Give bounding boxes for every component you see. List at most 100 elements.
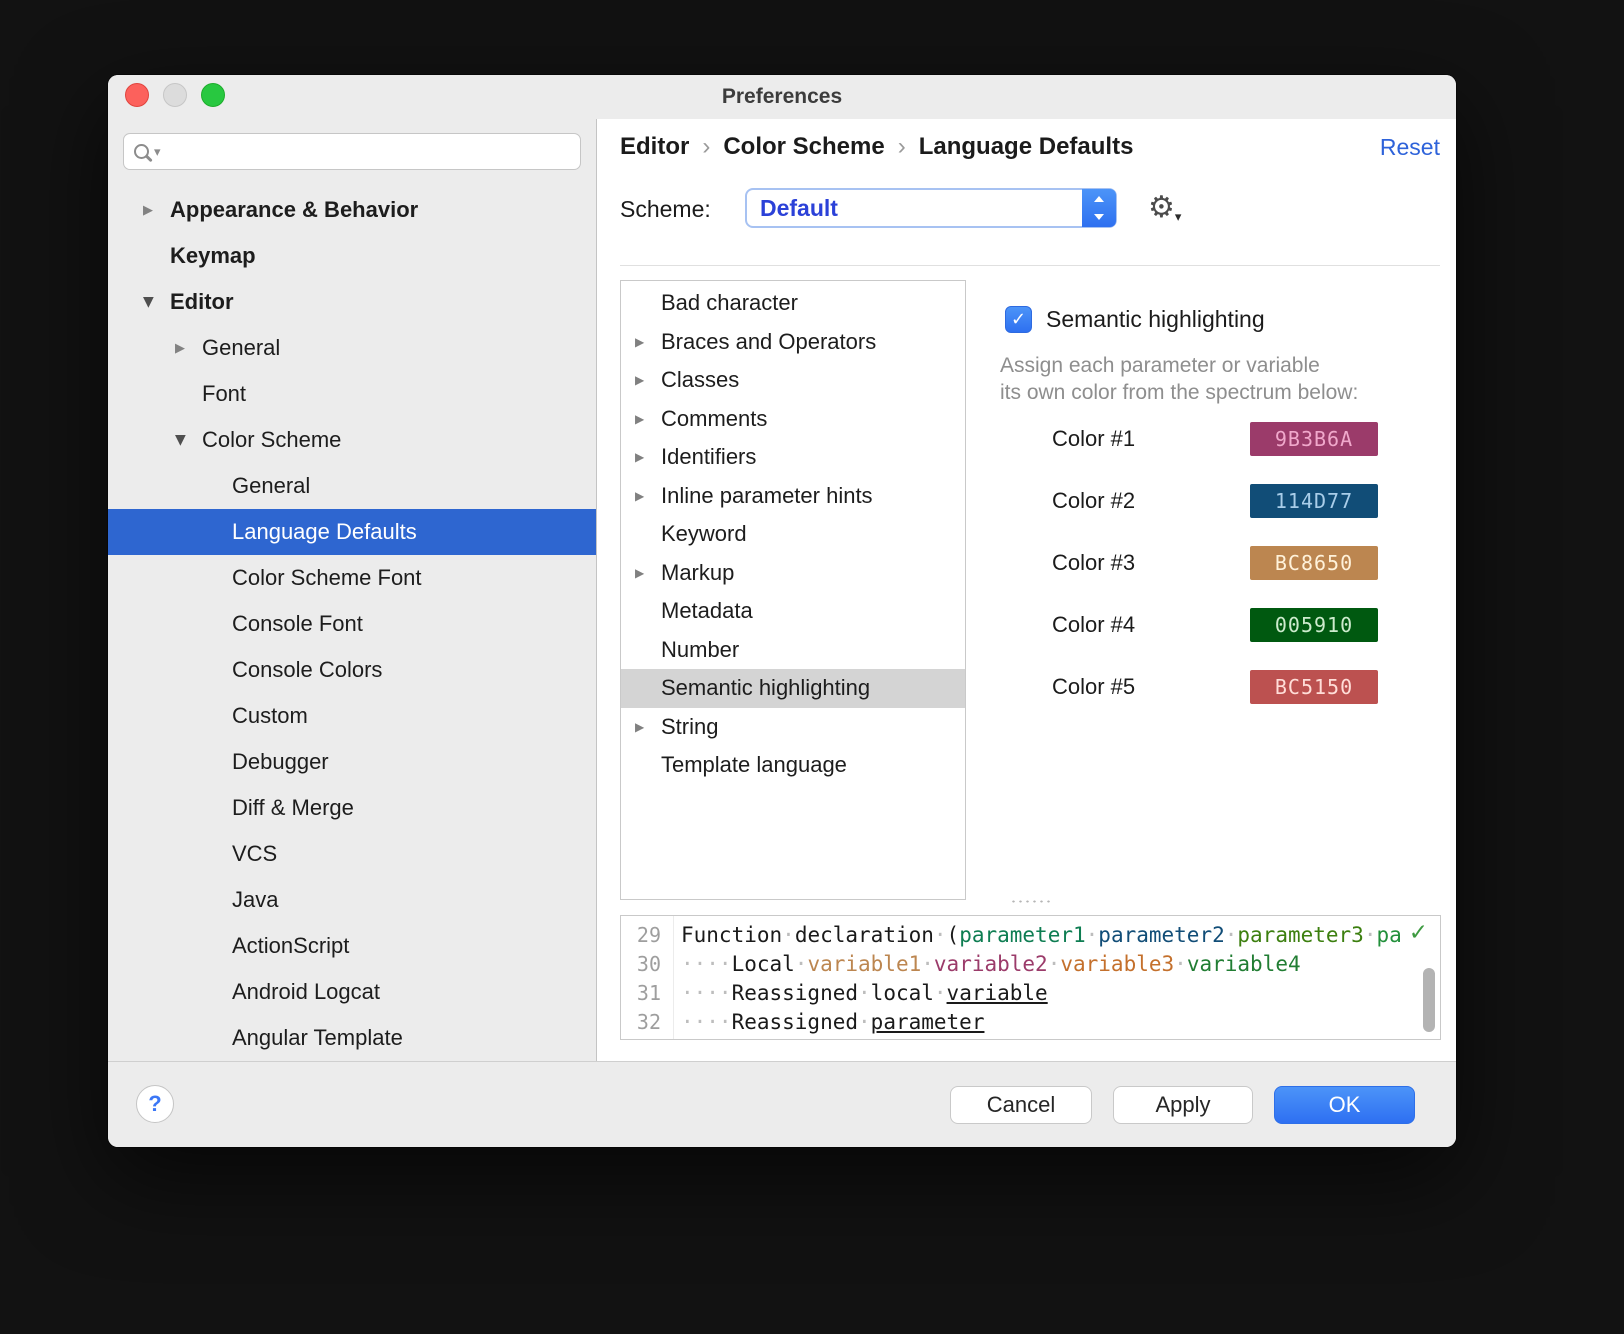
sidebar-item-general[interactable]: General — [108, 463, 596, 509]
element-item-keyword[interactable]: Keyword — [621, 515, 965, 554]
sidebar-item-font[interactable]: Font — [108, 371, 596, 417]
code-token: Reassigned — [732, 981, 858, 1005]
preview-scrollbar[interactable] — [1423, 968, 1435, 1032]
code-line-31: 31····Reassigned·local·variable — [621, 978, 1440, 1007]
element-item-classes[interactable]: ▶Classes — [621, 361, 965, 400]
chevron-expanded-icon[interactable]: ▼ — [143, 294, 170, 310]
sidebar-item-language-defaults[interactable]: Language Defaults — [108, 509, 596, 555]
element-item-label: Comments — [661, 406, 767, 432]
element-item-identifiers[interactable]: ▶Identifiers — [621, 438, 965, 477]
chevron-collapsed-icon[interactable]: ▶ — [635, 720, 661, 734]
splitter-handle[interactable] — [1002, 896, 1062, 906]
preview-code: 29Function·declaration·(parameter1·param… — [621, 916, 1440, 1036]
header-divider — [620, 265, 1440, 266]
search-input[interactable] — [167, 134, 570, 169]
element-item-bad-character[interactable]: Bad character — [621, 284, 965, 323]
sidebar-item-color-scheme-font[interactable]: Color Scheme Font — [108, 555, 596, 601]
sidebar-item-android-logcat[interactable]: Android Logcat — [108, 969, 596, 1015]
color-swatch-5[interactable]: BC5150 — [1250, 670, 1378, 704]
breadcrumb-language-defaults[interactable]: Language Defaults — [919, 133, 1134, 161]
element-item-markup[interactable]: ▶Markup — [621, 554, 965, 593]
reset-link[interactable]: Reset — [1380, 134, 1440, 161]
chevron-collapsed-icon[interactable]: ▶ — [635, 412, 661, 426]
sidebar-item-console-colors[interactable]: Console Colors — [108, 647, 596, 693]
chevron-collapsed-icon[interactable]: ▶ — [635, 335, 661, 349]
search-field[interactable]: ▾ — [123, 133, 581, 170]
apply-button[interactable]: Apply — [1113, 1086, 1253, 1124]
semantic-highlighting-checkbox[interactable]: ✓ — [1005, 306, 1032, 333]
sidebar-item-console-font[interactable]: Console Font — [108, 601, 596, 647]
dropdown-stepper-icon[interactable] — [1082, 189, 1116, 227]
element-item-comments[interactable]: ▶Comments — [621, 400, 965, 439]
sidebar-item-java[interactable]: Java — [108, 877, 596, 923]
sidebar-item-keymap[interactable]: Keymap — [108, 233, 596, 279]
chevron-collapsed-icon[interactable]: ▶ — [635, 489, 661, 503]
chevron-collapsed-icon[interactable]: ▶ — [635, 450, 661, 464]
breadcrumb-separator: › — [898, 133, 906, 161]
element-item-number[interactable]: Number — [621, 631, 965, 670]
chevron-collapsed-icon[interactable]: ▶ — [635, 566, 661, 580]
scheme-label: Scheme: — [620, 196, 711, 223]
content-header: Editor › Color Scheme › Language Defaults Re… — [620, 127, 1440, 167]
sidebar-item-label: Console Font — [232, 611, 363, 637]
semantic-highlighting-label: Semantic highlighting — [1046, 306, 1265, 333]
color-swatch-3[interactable]: BC8650 — [1250, 546, 1378, 580]
chevron-collapsed-icon[interactable]: ▶ — [635, 373, 661, 387]
code-token: variable — [947, 981, 1048, 1005]
breadcrumb-color-scheme[interactable]: Color Scheme — [723, 133, 884, 161]
color-swatch-2[interactable]: 114D77 — [1250, 484, 1378, 518]
element-item-braces-and-operators[interactable]: ▶Braces and Operators — [621, 323, 965, 362]
description-line-1: Assign each parameter or variable — [1000, 352, 1358, 379]
titlebar[interactable]: Preferences — [108, 75, 1456, 119]
sidebar-item-general[interactable]: ▶General — [108, 325, 596, 371]
sidebar-item-label: Color Scheme — [202, 427, 341, 453]
sidebar-item-appearance-behavior[interactable]: ▶Appearance & Behavior — [108, 187, 596, 233]
cancel-button[interactable]: Cancel — [950, 1086, 1092, 1124]
help-button[interactable]: ? — [136, 1085, 174, 1123]
element-item-label: Braces and Operators — [661, 329, 876, 355]
breadcrumb-editor[interactable]: Editor — [620, 133, 689, 161]
sidebar-item-diff-merge[interactable]: Diff & Merge — [108, 785, 596, 831]
color-label: Color #2 — [1052, 488, 1250, 514]
whitespace-dots: ···· — [681, 952, 732, 976]
semantic-highlighting-row: ✓ Semantic highlighting — [1005, 306, 1265, 333]
element-item-semantic-highlighting[interactable]: Semantic highlighting — [621, 669, 965, 708]
color-swatch-4[interactable]: 005910 — [1250, 608, 1378, 642]
element-item-inline-parameter-hints[interactable]: ▶Inline parameter hints — [621, 477, 965, 516]
chevron-collapsed-icon[interactable]: ▶ — [143, 203, 170, 218]
whitespace-dots: · — [795, 952, 808, 976]
whitespace-dots: · — [1086, 923, 1099, 947]
chevron-collapsed-icon[interactable]: ▶ — [175, 341, 202, 356]
scheme-actions-button[interactable]: ⚙▾ — [1148, 190, 1181, 225]
sidebar-item-label: General — [202, 335, 280, 361]
code-text: ····Reassigned·local·variable — [681, 981, 1048, 1005]
color-swatch-1[interactable]: 9B3B6A — [1250, 422, 1378, 456]
code-token: pa — [1376, 923, 1401, 947]
element-item-string[interactable]: ▶String — [621, 708, 965, 747]
line-number: 31 — [621, 981, 681, 1005]
sidebar-item-label: Java — [232, 887, 278, 913]
sidebar-item-angular-template[interactable]: Angular Template — [108, 1015, 596, 1061]
element-item-label: Template language — [661, 752, 847, 778]
sidebar-item-custom[interactable]: Custom — [108, 693, 596, 739]
element-item-template-language[interactable]: Template language — [621, 746, 965, 785]
chevron-expanded-icon[interactable]: ▼ — [175, 432, 202, 448]
breadcrumb-separator: › — [702, 133, 710, 161]
code-line-30: 30····Local·variable1·variable2·variable… — [621, 949, 1440, 978]
sidebar-item-actionscript[interactable]: ActionScript — [108, 923, 596, 969]
sidebar-item-color-scheme[interactable]: ▼Color Scheme — [108, 417, 596, 463]
ok-button[interactable]: OK — [1274, 1086, 1415, 1124]
sidebar-item-vcs[interactable]: VCS — [108, 831, 596, 877]
sidebar-item-debugger[interactable]: Debugger — [108, 739, 596, 785]
element-item-metadata[interactable]: Metadata — [621, 592, 965, 631]
sidebar-item-editor[interactable]: ▼Editor — [108, 279, 596, 325]
scheme-select[interactable]: Default — [745, 188, 1117, 228]
search-caret-icon[interactable]: ▾ — [154, 145, 161, 160]
zoom-button[interactable] — [201, 83, 225, 107]
color-row-3: Color #3BC8650 — [1052, 546, 1378, 580]
sidebar-item-label: Appearance & Behavior — [170, 197, 418, 223]
code-token: variable3 — [1060, 952, 1174, 976]
whitespace-dots: · — [934, 923, 947, 947]
code-token: Function — [681, 923, 782, 947]
close-button[interactable] — [125, 83, 149, 107]
